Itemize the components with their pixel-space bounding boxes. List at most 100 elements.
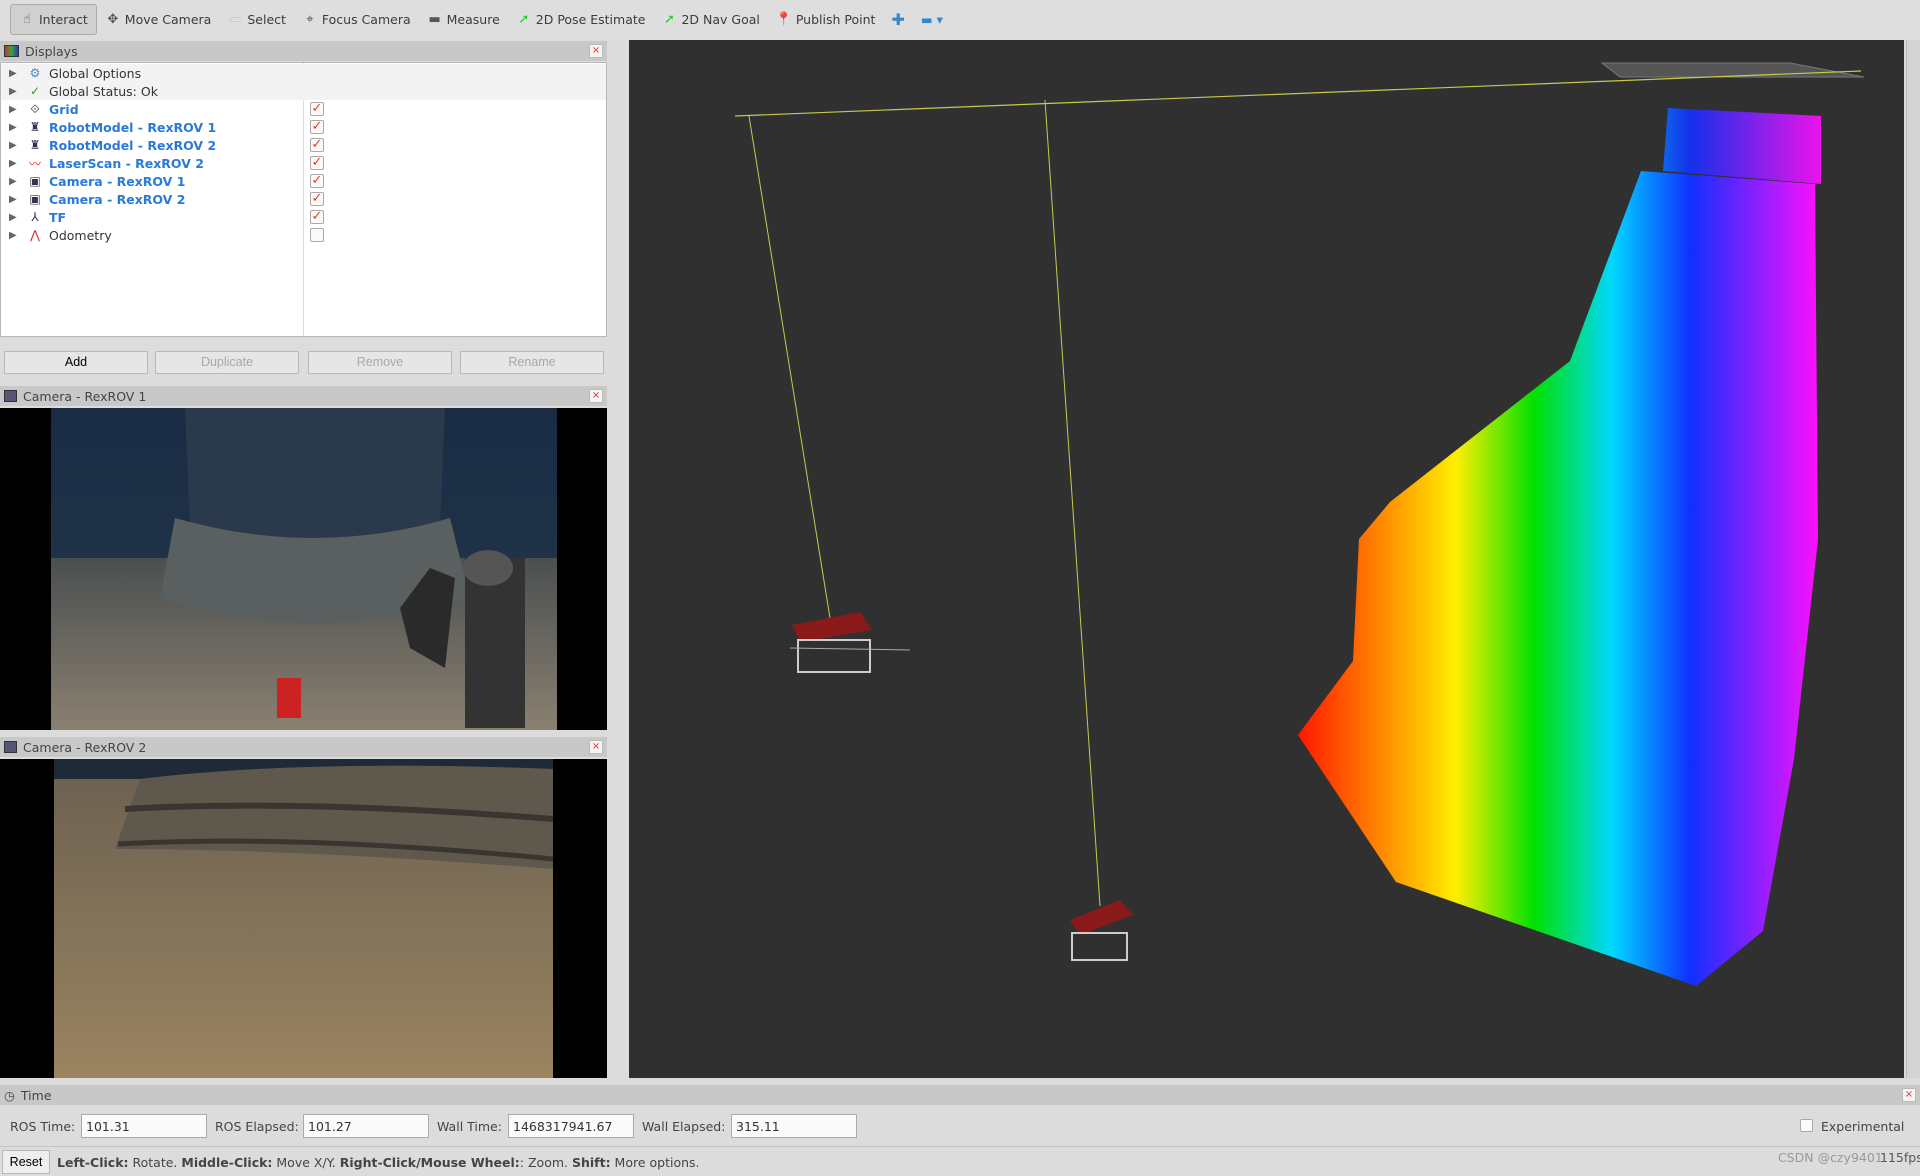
laser-icon: 〰 (28, 156, 41, 171)
expand-arrow-icon[interactable]: ▶ (9, 86, 23, 97)
display-item[interactable]: ▶ ⟐ Grid ✓ (1, 100, 606, 118)
tool-label: Move Camera (124, 12, 212, 27)
display-item[interactable]: ▶ ♜ RobotModel - RexROV 2 ✓ (1, 136, 606, 154)
tool-focus-camera[interactable]: ⌖ Focus Camera (294, 4, 419, 35)
display-item[interactable]: ▶ ⅄ TF ✓ (1, 208, 606, 226)
green-arrow-icon: ➚ (518, 12, 530, 27)
tf-axes-icon: ⅄ (31, 210, 39, 224)
displays-header: Displays × (0, 41, 607, 61)
move-arrows-icon: ✥ (107, 12, 119, 27)
expand-arrow-icon[interactable]: ▶ (9, 230, 23, 241)
add-button[interactable]: Add (4, 351, 148, 374)
display-label: RobotModel - RexROV 2 (49, 137, 217, 153)
close-icon[interactable]: × (589, 389, 603, 403)
tool-label: Focus Camera (321, 12, 411, 27)
experimental-checkbox[interactable] (1800, 1119, 1813, 1132)
ros-time-label: ROS Time: (10, 1119, 76, 1134)
watermark: CSDN @czy9401 (1778, 1150, 1883, 1165)
robot-icon: ♜ (29, 138, 41, 152)
camera2-view[interactable] (0, 759, 607, 1078)
hand-pointer-icon: ☝ (23, 12, 31, 27)
display-item[interactable]: ▶ ♜ RobotModel - RexROV 1 ✓ (1, 118, 606, 136)
expand-arrow-icon[interactable]: ▶ (9, 194, 23, 205)
expand-arrow-icon[interactable]: ▶ (9, 104, 23, 115)
enable-checkbox[interactable]: ✓ (310, 156, 324, 170)
camera1-view[interactable] (0, 408, 607, 730)
display-item[interactable]: ▶ ▣ Camera - RexROV 2 ✓ (1, 190, 606, 208)
wall-time-field[interactable]: 1468317941.67 (508, 1114, 634, 1138)
expand-arrow-icon[interactable]: ▶ (9, 158, 23, 169)
status-hint: Left-Click: Rotate. Middle-Click: Move X… (57, 1155, 700, 1170)
wall-elapsed-field[interactable]: 315.11 (731, 1114, 857, 1138)
display-label: Camera - RexROV 1 (49, 173, 186, 189)
duplicate-button[interactable]: Duplicate (155, 351, 299, 374)
remove-button[interactable]: Remove (308, 351, 452, 374)
3d-viewport[interactable] (629, 40, 1904, 1078)
tool-publish-point[interactable]: 📍 Publish Point (768, 4, 884, 35)
display-label: Camera - RexROV 2 (49, 191, 186, 207)
laserscan-pointcloud (1298, 171, 1818, 986)
display-label: Global Status: Ok (49, 83, 158, 99)
camera2-image (54, 759, 554, 1078)
display-label: Grid (49, 101, 79, 117)
display-item[interactable]: ▶ ▣ Camera - RexROV 1 ✓ (1, 172, 606, 190)
right-panel-collapse[interactable] (1906, 40, 1920, 1078)
ros-time-field[interactable]: 101.31 (81, 1114, 207, 1138)
enable-checkbox[interactable]: ✓ (310, 210, 324, 224)
tool-2d-nav-goal[interactable]: ➚ 2D Nav Goal (653, 4, 767, 35)
toolbar: ☝ Interact ✥ Move Camera ▭ Select ⌖ Focus Camer… (0, 0, 1920, 39)
wall-time-label: Wall Time: (437, 1119, 502, 1134)
reset-button[interactable]: Reset (2, 1150, 50, 1174)
display-label: Global Options (49, 65, 142, 81)
minus-icon[interactable]: ▬ ▾ (913, 4, 951, 35)
close-icon[interactable]: × (1902, 1088, 1916, 1102)
time-header: ◷ Time × (0, 1085, 1920, 1105)
tool-measure[interactable]: ▬ Measure (419, 4, 508, 35)
display-item[interactable]: ▶ 〰 LaserScan - RexROV 2 ✓ (1, 154, 606, 172)
displays-tree: ▶ ⚙ Global Options ▶ ✓ Global Status: Ok ▶ ⟐ Gri… (0, 62, 607, 337)
ros-elapsed-field[interactable]: 101.27 (303, 1114, 429, 1138)
enable-checkbox[interactable]: ✓ (310, 120, 324, 134)
camera1-image (51, 408, 557, 730)
hint-key: Left-Click: (57, 1155, 129, 1170)
tool-2d-pose-estimate[interactable]: ➚ 2D Pose Estimate (508, 4, 654, 35)
expand-arrow-icon[interactable]: ▶ (9, 68, 23, 79)
tool-label: Publish Point (795, 12, 876, 27)
camera1-title: Camera - RexROV 1 (23, 388, 147, 404)
enable-checkbox[interactable]: ✓ (310, 192, 324, 206)
display-item[interactable]: ▶ ⚙ Global Options (1, 64, 606, 82)
expand-arrow-icon[interactable]: ▶ (9, 122, 23, 133)
enable-checkbox[interactable]: ✓ (310, 174, 324, 188)
plus-icon[interactable]: ✚ (883, 4, 912, 35)
display-label: LaserScan - RexROV 2 (49, 155, 204, 171)
tool-interact[interactable]: ☝ Interact (10, 4, 97, 35)
display-item[interactable]: ▶ ✓ Global Status: Ok (1, 82, 606, 100)
tool-label: 2D Pose Estimate (535, 12, 646, 27)
enable-checkbox[interactable]: ✓ (310, 102, 324, 116)
close-icon[interactable]: × (589, 44, 603, 58)
expand-arrow-icon[interactable]: ▶ (9, 140, 23, 151)
check-icon: ✓ (29, 84, 41, 98)
clock-icon: ◷ (4, 1087, 15, 1103)
expand-arrow-icon[interactable]: ▶ (9, 176, 23, 187)
monitor-icon (4, 45, 19, 57)
tool-move-camera[interactable]: ✥ Move Camera (97, 4, 220, 35)
camera2-header: Camera - RexROV 2 × (0, 737, 607, 757)
hint-text: More options. (610, 1155, 700, 1170)
display-label: Odometry (49, 227, 112, 243)
expand-arrow-icon[interactable]: ▶ (9, 212, 23, 223)
close-icon[interactable]: × (589, 740, 603, 754)
display-item[interactable]: ▶ ⋀ Odometry (1, 226, 606, 244)
fps-readout: 115fps (1880, 1150, 1920, 1165)
enable-checkbox[interactable]: ✓ (310, 138, 324, 152)
scene (734, 62, 1865, 986)
tool-select[interactable]: ▭ Select (219, 4, 294, 35)
tool-label: Interact (39, 12, 88, 27)
wall-elapsed-label: Wall Elapsed: (642, 1119, 726, 1134)
camera-image-icon: ▣ (29, 192, 41, 206)
enable-checkbox[interactable] (310, 228, 324, 242)
green-arrow-icon: ➚ (664, 12, 675, 27)
rename-button[interactable]: Rename (460, 351, 604, 374)
robot-rexrov2 (1070, 900, 1133, 961)
hint-key: Shift: (571, 1155, 611, 1170)
